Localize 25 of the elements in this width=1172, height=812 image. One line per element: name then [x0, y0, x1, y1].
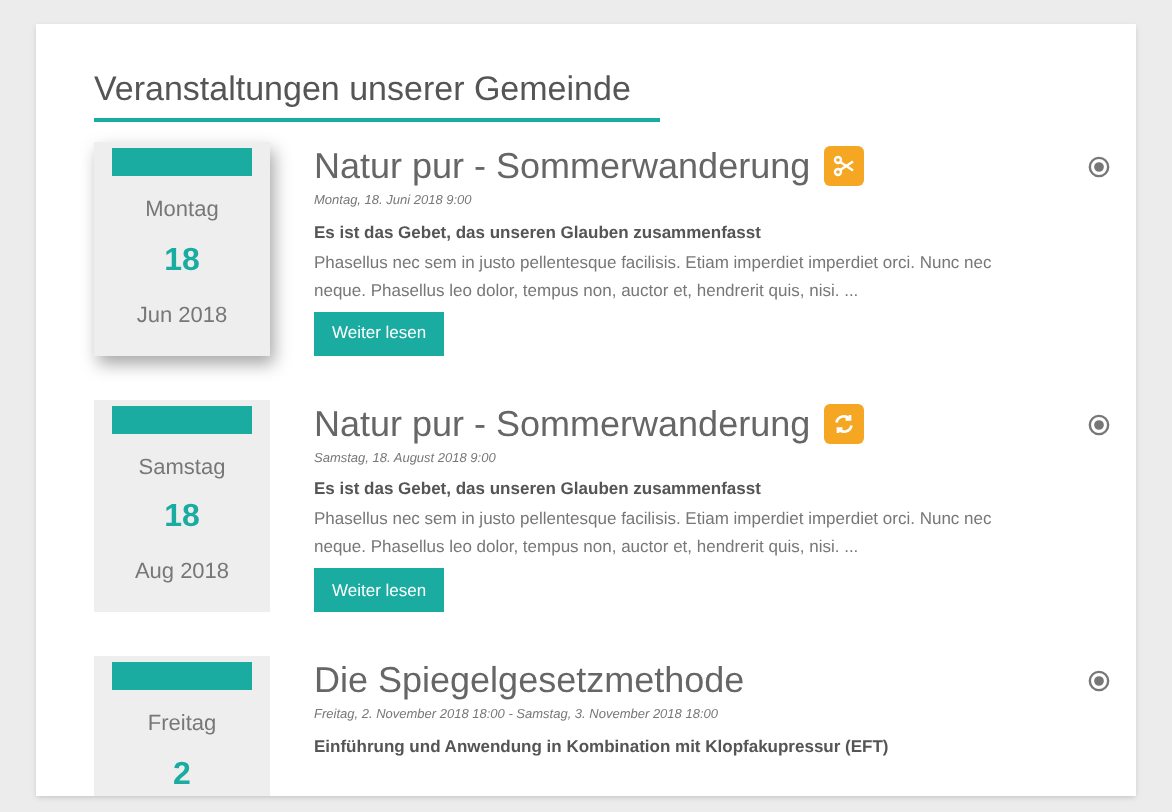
month-year: Aug 2018	[134, 558, 230, 588]
target-icon[interactable]	[1088, 670, 1110, 692]
target-icon[interactable]	[1088, 156, 1110, 178]
scissors-icon	[824, 146, 865, 186]
day-number: 18	[164, 498, 200, 538]
day-number: 2	[173, 755, 191, 795]
event-subtitle: Es ist das Gebet, das unseren Glauben zusammenfasst	[314, 476, 763, 502]
date-card-bar	[112, 405, 252, 433]
event-title[interactable]: Natur pur - Sommerwanderung	[314, 399, 811, 447]
event-description: Phasellus nec sem in justo pellentesque facilisis. Etiam imperdiet imperdiet orci. Nunc nec neque. Phasellus leo dolor, tempus non, auctor et, hendrerit quis, nisi. ...	[314, 249, 994, 303]
weekday: Samstag	[138, 453, 226, 483]
target-icon[interactable]	[1088, 413, 1110, 435]
section-heading: Veranstaltungen unserer Gemeinde	[94, 68, 633, 112]
event-description: Phasellus nec sem in justo pellentesque facilisis. Etiam imperdiet imperdiet orci. Nunc nec neque. Phasellus leo dolor, tempus non, auctor et, hendrerit quis, nisi. ...	[314, 506, 994, 560]
event-title[interactable]: Natur pur - Sommerwanderung	[314, 142, 811, 190]
event-subtitle: Einführung und Anwendung in Kombination mit Klopfakupressur (EFT)	[314, 733, 891, 759]
event-subtitle: Es ist das Gebet, das unseren Glauben zusammenfasst	[314, 219, 763, 245]
date-card-bar	[112, 148, 252, 176]
day-number: 18	[164, 241, 200, 281]
refresh-icon	[824, 403, 865, 443]
event-title[interactable]: Die Spiegelgesetzmethode	[314, 656, 745, 704]
weekday: Montag	[145, 196, 219, 226]
date-card-bar	[112, 662, 252, 690]
month-year: Jun 2018	[136, 301, 228, 331]
weekday: Freitag	[147, 710, 217, 740]
